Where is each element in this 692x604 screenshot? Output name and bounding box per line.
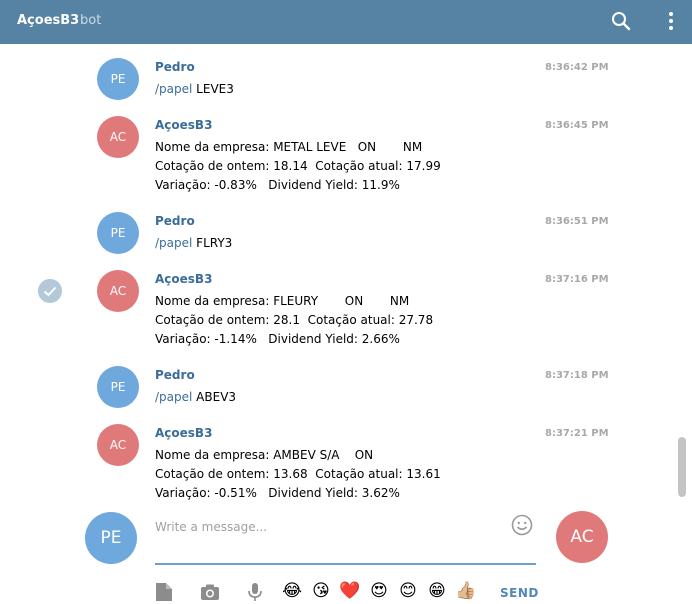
bot-command-link[interactable]: /papel xyxy=(155,390,192,404)
command-argument: LEVE3 xyxy=(192,82,234,96)
chat-header: AçoesB3 bot xyxy=(0,0,692,44)
message-time: 8:37:16 PM xyxy=(545,274,609,285)
message-sender[interactable]: Pedro xyxy=(155,368,195,382)
chat-title[interactable]: AçoesB3 xyxy=(17,13,79,28)
emoji-kiss[interactable]: 😘 xyxy=(309,580,333,602)
scrollbar-thumb[interactable] xyxy=(678,437,686,497)
message-text-line: Cotação de ontem: 13.68 Cotação atual: 1… xyxy=(155,467,441,481)
message-sender[interactable]: Pedro xyxy=(155,214,195,228)
message-text-line: Nome da empresa: METAL LEVE ON NM xyxy=(155,140,423,154)
message-sender[interactable]: AçoesB3 xyxy=(155,426,212,440)
avatar[interactable]: AC xyxy=(97,424,139,466)
microphone-icon[interactable] xyxy=(244,581,266,603)
command-argument: FLRY3 xyxy=(192,236,233,250)
message-time: 8:36:45 PM xyxy=(545,120,609,131)
message-text: /papel ABEV3 xyxy=(155,390,236,404)
search-icon[interactable] xyxy=(609,9,633,33)
message-text: /papel LEVE3 xyxy=(155,82,234,96)
emoji-heart-eyes[interactable]: 😍 xyxy=(367,580,391,602)
selected-check-icon[interactable] xyxy=(38,279,62,303)
message-text-line: Variação: -0.51% Dividend Yield: 3.62% xyxy=(155,486,400,500)
avatar[interactable]: AC xyxy=(97,116,139,158)
message-time: 8:36:42 PM xyxy=(545,62,609,73)
send-button[interactable]: SEND xyxy=(500,586,539,600)
chat-subtitle: bot xyxy=(80,13,102,28)
more-vertical-icon[interactable] xyxy=(659,9,683,33)
emoji-heart[interactable]: ❤️ xyxy=(338,580,362,602)
avatar[interactable]: AC xyxy=(97,270,139,312)
message-sender[interactable]: Pedro xyxy=(155,60,195,74)
command-argument: ABEV3 xyxy=(192,390,237,404)
peer-avatar[interactable]: AC xyxy=(556,511,608,563)
message-text-line: Nome da empresa: AMBEV S/A ON xyxy=(155,448,374,462)
avatar[interactable]: PE xyxy=(97,212,139,254)
my-avatar[interactable]: PE xyxy=(85,512,137,564)
message-text-line: Nome da empresa: FLEURY ON NM xyxy=(155,294,410,308)
message-text-line: Cotação de ontem: 18.14 Cotação atual: 1… xyxy=(155,159,441,173)
emoji-blush[interactable]: 😊 xyxy=(396,580,420,602)
avatar[interactable]: PE xyxy=(97,366,139,408)
message-time: 8:37:21 PM xyxy=(545,428,609,439)
bot-command-link[interactable]: /papel xyxy=(155,82,192,96)
scrollbar[interactable] xyxy=(678,52,686,500)
message-composer: PE AC 😂 😘 ❤️ 😍 😊 😁 👍🏼 SEND xyxy=(0,506,692,604)
emoji-thumbs-up[interactable]: 👍🏼 xyxy=(454,580,478,602)
emoji-joy[interactable]: 😂 xyxy=(280,580,304,602)
emoji-smile-icon[interactable] xyxy=(510,513,534,537)
message-time: 8:37:18 PM xyxy=(545,370,609,381)
document-icon[interactable] xyxy=(153,581,175,603)
message-list[interactable]: PE Pedro 8:36:42 PM /papel LEVE3 AC Açoe… xyxy=(0,44,692,506)
message-sender[interactable]: AçoesB3 xyxy=(155,118,212,132)
camera-icon[interactable] xyxy=(199,581,221,603)
emoji-grin[interactable]: 😁 xyxy=(425,580,449,602)
bot-command-link[interactable]: /papel xyxy=(155,236,192,250)
message-text-line: Variação: -0.83% Dividend Yield: 11.9% xyxy=(155,178,400,192)
avatar[interactable]: PE xyxy=(97,58,139,100)
input-underline xyxy=(155,563,536,565)
message-text: /papel FLRY3 xyxy=(155,236,232,250)
message-text-line: Cotação de ontem: 28.1 Cotação atual: 27… xyxy=(155,313,434,327)
message-input[interactable] xyxy=(155,512,500,542)
message-sender[interactable]: AçoesB3 xyxy=(155,272,212,286)
message-time: 8:36:51 PM xyxy=(545,216,609,227)
message-text-line: Variação: -1.14% Dividend Yield: 2.66% xyxy=(155,332,400,346)
